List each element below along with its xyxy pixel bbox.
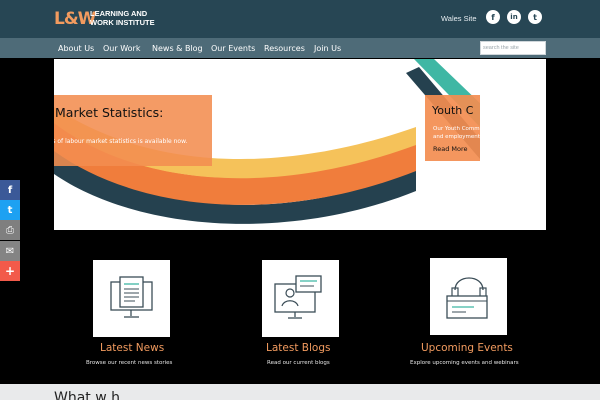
- share-plus-icon[interactable]: +: [0, 261, 20, 281]
- slide-text: Our Youth Comm and employment: [433, 125, 480, 141]
- nav-about-us[interactable]: About Us: [58, 44, 94, 53]
- share-twitter-icon[interactable]: t: [0, 200, 20, 220]
- blog-chat-icon: [274, 275, 322, 319]
- wales-site-link[interactable]: Wales Site: [441, 14, 477, 23]
- facebook-icon[interactable]: f: [486, 10, 500, 24]
- share-print-icon[interactable]: ⎙: [0, 220, 20, 240]
- latest-news-title[interactable]: Latest News: [100, 342, 164, 354]
- site-header: L&W LEARNING AND WORK INSTITUTE Wales Si…: [0, 0, 600, 38]
- upcoming-events-title[interactable]: Upcoming Events: [421, 342, 513, 354]
- nav-join-us[interactable]: Join Us: [314, 44, 341, 53]
- latest-news-subtitle: Browse our recent news stories: [86, 360, 173, 366]
- nav-our-events[interactable]: Our Events: [211, 44, 255, 53]
- read-more-link[interactable]: Read More: [433, 145, 468, 153]
- slide-title: Market Statistics:: [55, 105, 164, 120]
- nav-our-work[interactable]: Our Work: [103, 44, 140, 53]
- upcoming-events-subtitle: Explore upcoming events and webinars: [410, 360, 519, 366]
- latest-blogs-title[interactable]: Latest Blogs: [266, 342, 330, 354]
- logo-text[interactable]: LEARNING AND WORK INSTITUTE: [90, 9, 155, 27]
- bottom-section: What w h: [0, 384, 600, 400]
- blogs-tile[interactable]: [262, 260, 339, 337]
- slide-text-line-1: Our Youth Comm: [433, 126, 480, 132]
- slide-youth[interactable]: Youth C Our Youth Comm and employment Rea…: [425, 95, 480, 161]
- share-facebook-icon[interactable]: f: [0, 180, 20, 200]
- events-headset-icon: [446, 277, 488, 319]
- nav-news-blog[interactable]: News & Blog: [152, 44, 203, 53]
- section-heading: What w h: [54, 390, 121, 400]
- news-monitor-icon: [110, 276, 153, 318]
- logo-line-1: LEARNING AND: [90, 9, 148, 18]
- twitter-icon[interactable]: t: [528, 10, 542, 24]
- search-input[interactable]: [480, 41, 546, 55]
- latest-blogs-subtitle: Read our current blogs: [267, 360, 330, 366]
- share-email-icon[interactable]: ✉: [0, 241, 20, 261]
- linkedin-icon[interactable]: in: [507, 10, 521, 24]
- events-tile[interactable]: [430, 258, 507, 335]
- slide-market-statistics[interactable]: Market Statistics: ysis of labour market…: [54, 95, 212, 166]
- slide-text-line-2: and employment: [433, 134, 480, 140]
- slide-text: ysis of labour market statistics is avai…: [54, 138, 188, 145]
- slide-title: Youth C: [432, 104, 474, 117]
- logo-line-2: WORK INSTITUTE: [90, 18, 155, 27]
- news-tile[interactable]: [93, 260, 170, 337]
- nav-resources[interactable]: Resources: [264, 44, 305, 53]
